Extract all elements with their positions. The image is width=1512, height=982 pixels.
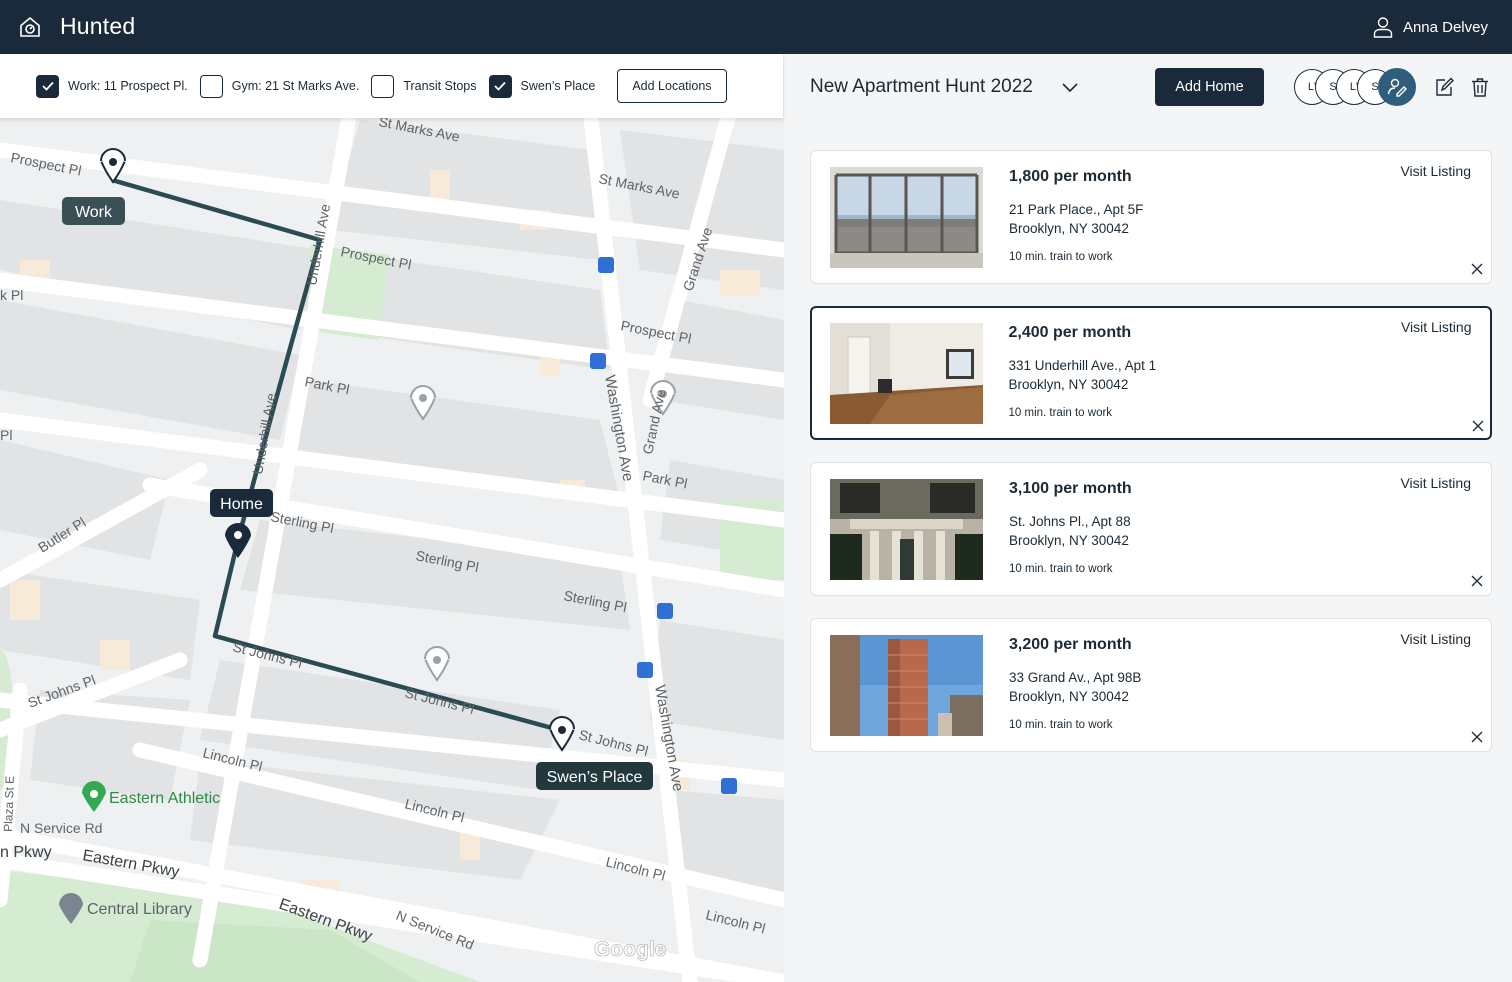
- street-label: k Pl: [0, 287, 23, 303]
- close-icon[interactable]: [1472, 420, 1484, 432]
- visit-listing-link[interactable]: Visit Listing: [1400, 631, 1471, 647]
- listing-card[interactable]: 1,800 per month 21 Park Place., Apt 5F B…: [810, 150, 1492, 284]
- listing-address: 21 Park Place., Apt 5F: [1009, 202, 1144, 217]
- visit-listing-link[interactable]: Visit Listing: [1400, 163, 1471, 179]
- hunt-title[interactable]: New Apartment Hunt 2022: [810, 76, 1033, 98]
- map[interactable]: Prospect Pl Prospect Pl Prospect Pl St M…: [0, 54, 784, 982]
- listing-city: Brooklyn, NY 30042: [1009, 533, 1129, 548]
- collaborator-avatars: L' S L' S: [1294, 68, 1424, 106]
- person-icon: [1373, 17, 1393, 38]
- listing-address: 33 Grand Av., Apt 98B: [1009, 670, 1142, 685]
- place-label-library[interactable]: Central Library: [87, 901, 192, 918]
- filter-transit[interactable]: Transit Stops: [371, 74, 477, 98]
- listing-photo[interactable]: [829, 322, 983, 424]
- edit-icon[interactable]: [1434, 77, 1454, 97]
- listing-list: 1,800 per month 21 Park Place., Apt 5F B…: [810, 150, 1492, 774]
- street-label: Plaza St E: [1, 776, 17, 832]
- filter-work[interactable]: Work: 11 Prospect Pl.: [36, 74, 188, 98]
- close-icon[interactable]: [1471, 575, 1483, 587]
- listing-commute: 10 min. train to work: [1009, 719, 1113, 731]
- work-checkbox[interactable]: [36, 74, 59, 98]
- work-marker-label[interactable]: Work: [75, 204, 113, 221]
- hunt-header: New Apartment Hunt 2022 Add Home L' S L'…: [784, 54, 1512, 118]
- close-icon[interactable]: [1471, 731, 1483, 743]
- swen-checkbox[interactable]: [488, 74, 512, 98]
- visit-listing-link[interactable]: Visit Listing: [1400, 475, 1471, 491]
- listing-city: Brooklyn, NY 30042: [1009, 689, 1129, 704]
- listing-card[interactable]: 2,400 per month 331 Underhill Ave., Apt …: [810, 306, 1492, 440]
- user-edit-icon: [1387, 78, 1407, 97]
- transit-checkbox[interactable]: [371, 74, 395, 98]
- listing-card[interactable]: 3,200 per month 33 Grand Av., Apt 98B Br…: [810, 618, 1492, 752]
- map-canvas[interactable]: Prospect Pl Prospect Pl Prospect Pl St M…: [0, 54, 784, 982]
- filter-gym[interactable]: Gym: 21 St Marks Ave.: [199, 74, 360, 98]
- listing-address: 331 Underhill Ave., Apt 1: [1008, 357, 1157, 373]
- listing-city: Brooklyn, NY 30042: [1009, 221, 1129, 236]
- filter-label: Swen’s Place: [520, 79, 596, 93]
- location-filter-bar: Work: 11 Prospect Pl. Gym: 21 St Marks A…: [0, 54, 783, 118]
- place-label-gym[interactable]: Eastern Athletic: [109, 790, 220, 807]
- listing-price: 3,200 per month: [1009, 636, 1132, 653]
- visit-listing-link[interactable]: Visit Listing: [1401, 319, 1472, 335]
- home-marker-label[interactable]: Home: [220, 496, 263, 513]
- listing-address: St. Johns Pl., Apt 88: [1009, 514, 1131, 529]
- listing-photo[interactable]: [830, 635, 983, 736]
- close-icon[interactable]: [1471, 263, 1483, 275]
- listing-price: 1,800 per month: [1009, 168, 1132, 185]
- listing-photo[interactable]: [830, 167, 983, 268]
- listing-photo[interactable]: [830, 479, 983, 580]
- trash-icon[interactable]: [1470, 77, 1490, 97]
- check-icon: [41, 81, 54, 91]
- filter-label: Gym: 21 St Marks Ave.: [231, 79, 360, 93]
- swen-marker-label[interactable]: Swen’s Place: [547, 769, 643, 786]
- check-icon: [494, 81, 506, 91]
- chevron-down-icon[interactable]: [1060, 78, 1080, 98]
- user-menu[interactable]: Anna Delvey: [1373, 16, 1488, 38]
- add-home-button[interactable]: Add Home: [1155, 68, 1264, 106]
- user-name: Anna Delvey: [1402, 18, 1488, 36]
- gym-checkbox[interactable]: [199, 74, 223, 98]
- listing-city: Brooklyn, NY 30042: [1008, 376, 1129, 392]
- listing-price: 2,400 per month: [1008, 323, 1132, 341]
- listing-commute: 10 min. train to work: [1009, 251, 1113, 263]
- street-label: Pl: [0, 427, 12, 443]
- listing-price: 3,100 per month: [1009, 480, 1132, 497]
- filter-label: Transit Stops: [403, 79, 477, 93]
- filter-swen[interactable]: Swen’s Place: [488, 74, 596, 98]
- filter-label: Work: 11 Prospect Pl.: [68, 79, 188, 93]
- add-locations-button[interactable]: Add Locations: [617, 69, 727, 103]
- street-label: N Service Rd: [20, 820, 102, 836]
- listing-commute: 10 min. train to work: [1008, 406, 1113, 419]
- home-icon[interactable]: [18, 15, 42, 39]
- street-label: n Pkwy: [0, 844, 52, 861]
- google-attribution: Google: [594, 938, 666, 961]
- top-bar: Hunted Anna Delvey: [0, 0, 1512, 54]
- listing-commute: 10 min. train to work: [1009, 563, 1113, 575]
- app-title: Hunted: [60, 13, 136, 39]
- add-collaborator-button[interactable]: [1378, 68, 1416, 106]
- listing-card[interactable]: 3,100 per month St. Johns Pl., Apt 88 Br…: [810, 462, 1492, 596]
